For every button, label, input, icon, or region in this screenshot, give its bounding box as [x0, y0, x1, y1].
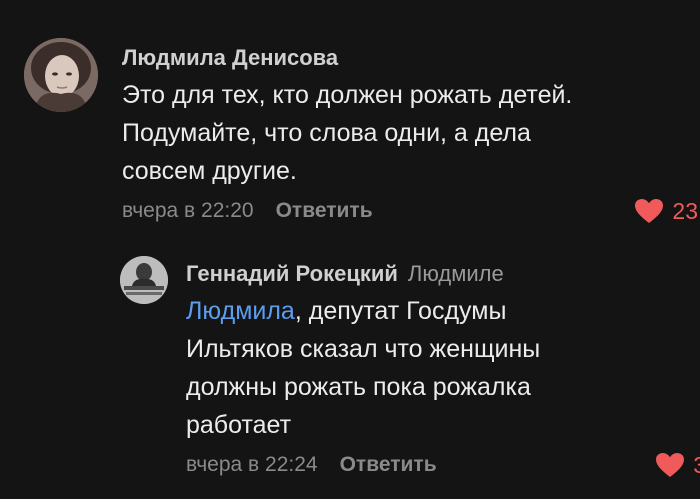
- comment-author[interactable]: Геннадий Рокецкий: [186, 261, 398, 286]
- comment-body: Геннадий Рокецкий Людмиле Людмила, депута…: [186, 254, 700, 480]
- like-button[interactable]: 23: [634, 196, 698, 226]
- heart-icon: [656, 453, 685, 477]
- comment-text: Людмила, депутат Госдумы Ильтяков сказал…: [186, 292, 686, 444]
- comment-text-line: работает: [186, 411, 292, 439]
- heart-icon: [635, 199, 664, 223]
- comment-text-line: Это для тех, кто должен рожать детей.: [122, 81, 573, 109]
- reply-to-label[interactable]: Людмиле: [408, 261, 504, 286]
- avatar-photo: [24, 38, 98, 112]
- comment-author-line: Геннадий Рокецкий Людмиле: [186, 260, 686, 288]
- like-count: 3: [693, 452, 700, 478]
- comment-text-fragment: , депутат Госдумы: [294, 297, 507, 325]
- comment-text-line: должны рожать пока рожалка: [186, 373, 531, 401]
- avatar[interactable]: [120, 256, 168, 304]
- avatar[interactable]: [24, 38, 98, 112]
- comment-text-line: Подумайте, что слова одни, а дела: [122, 119, 531, 147]
- like-count: 23: [672, 198, 698, 224]
- comment-meta: вчера в 22:24 Ответить 3: [186, 450, 700, 480]
- comment-author[interactable]: Людмила Денисова: [122, 44, 682, 72]
- mention-link[interactable]: Людмила: [186, 297, 295, 325]
- comment-meta: вчера в 22:20 Ответить 23: [122, 196, 698, 226]
- comment-text-line: Ильтяков сказал что женщины: [186, 335, 541, 363]
- comment-timestamp: вчера в 22:20: [122, 199, 254, 222]
- comment-timestamp: вчера в 22:24: [186, 453, 318, 476]
- reply-button[interactable]: Ответить: [276, 199, 373, 222]
- like-button[interactable]: 3: [655, 450, 700, 480]
- comment-text: Это для тех, кто должен рожать детей. По…: [122, 76, 682, 190]
- comment-text-line: совсем другие.: [122, 157, 297, 185]
- reply-button[interactable]: Ответить: [340, 453, 437, 476]
- avatar-photo: [120, 256, 168, 304]
- comment-text-line: Людмила, депутат Госдумы: [186, 292, 686, 330]
- comment-body: Людмила Денисова Это для тех, кто должен…: [122, 38, 698, 226]
